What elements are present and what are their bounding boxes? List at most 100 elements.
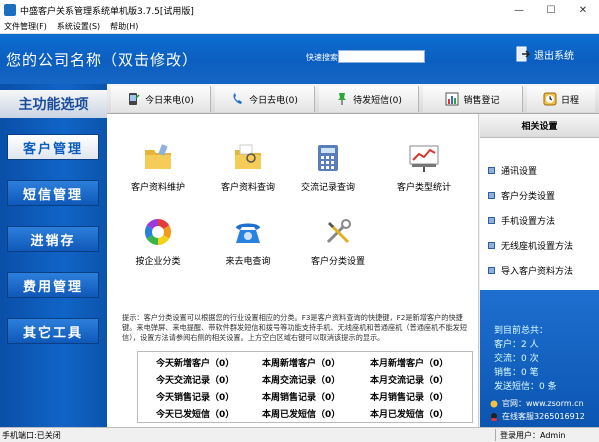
summary-sms-sent: 发送短信：0 条 [494, 382, 557, 392]
related-settings-panel: 相关设置 通讯设置 客户分类设置 手机设置方法 无线座机设置方法 导入客户资料方… [480, 114, 599, 427]
status-divider [495, 429, 496, 441]
exit-system-label: 退出系统 [534, 50, 574, 62]
function-customer-category-settings[interactable]: 客户分类设置 [293, 216, 383, 267]
official-website-label: 官网：www.zsorm.cn [502, 399, 584, 408]
bullet-icon [488, 167, 495, 174]
tab-label: 今日去电(0) [249, 95, 298, 106]
summary-sales: 销售：0 笔 [494, 368, 539, 378]
stat-week-sms-sent[interactable]: 本周已发短信（0） [262, 407, 340, 420]
folder-edit-icon [145, 144, 171, 169]
function-classify-by-enterprise[interactable]: 按企业分类 [113, 216, 203, 267]
sidebar-item-expense-management[interactable]: 费用管理 [7, 272, 99, 298]
status-mobile-port: 手机端口:已关闭 [2, 430, 61, 440]
app-icon [4, 4, 16, 16]
tab-schedule[interactable]: 日程 [527, 86, 595, 112]
function-customer-type-statistics[interactable]: 客户类型统计 [379, 142, 469, 193]
phone-incoming-icon [129, 93, 140, 105]
function-label: 客户资料查询 [220, 183, 275, 193]
tab-label: 待发短信(0) [353, 95, 402, 106]
company-name[interactable]: 您的公司名称（双击修改） [6, 49, 198, 70]
quick-search-input[interactable] [338, 50, 425, 63]
function-customer-data-query[interactable]: 客户资料查询 [203, 142, 293, 193]
settings-link-label: 客户分类设置 [501, 192, 556, 202]
phone-outgoing-icon [233, 93, 243, 104]
presentation-chart-icon [409, 145, 439, 172]
summary-title: 到目前总共： [494, 326, 549, 336]
settings-link-label: 导入客户资料方法 [501, 267, 574, 277]
stat-today-sms-sent[interactable]: 今天已发短信（0） [156, 407, 234, 420]
function-communication-record-query[interactable]: 交流记录查询 [283, 142, 373, 193]
menu-system-settings[interactable]: 系统设置(S) [53, 21, 106, 32]
function-label: 客户类型统计 [396, 183, 451, 193]
tab-label: 日程 [560, 95, 579, 106]
tab-label: 今日来电(0) [145, 95, 194, 106]
usage-hint-text: 提示：客户分类设置可以根据您的行业设置相应的分类。F3是客户资料查询的快捷键，F… [122, 313, 468, 342]
function-call-record-query[interactable]: 来去电查询 [203, 216, 293, 267]
qq-icon [491, 412, 497, 421]
sidebar-item-other-tools[interactable]: 其它工具 [7, 318, 99, 344]
tab-incoming-calls-today[interactable]: 今日来电(0) [111, 86, 211, 112]
sidebar-item-inventory[interactable]: 进销存 [7, 226, 99, 252]
stat-today-new-customers[interactable]: 今天新增客户（0） [156, 356, 234, 369]
folder-search-icon [235, 144, 261, 169]
stat-month-communications[interactable]: 本月交流记录（0） [370, 373, 448, 386]
bullet-icon [488, 192, 495, 199]
tab-outgoing-calls-today[interactable]: 今日去电(0) [215, 86, 315, 112]
settings-link-customer-category[interactable]: 客户分类设置 [488, 189, 555, 202]
exit-door-icon [516, 46, 530, 62]
function-label: 客户资料维护 [130, 183, 185, 193]
menu-help[interactable]: 帮助(H) [106, 21, 144, 32]
clock-icon [543, 92, 557, 106]
settings-link-import-customers[interactable]: 导入客户资料方法 [488, 264, 573, 277]
maximize-button[interactable]: ☐ [535, 0, 567, 20]
color-wheel-icon [144, 218, 172, 246]
minimize-button[interactable]: — [503, 0, 535, 20]
window-title: 中盛客户关系管理系统单机版3.7.5[试用版] [20, 6, 194, 17]
sidebar-item-sms-management[interactable]: 短信管理 [7, 180, 99, 206]
summary-communications: 交流：0 次 [494, 354, 539, 364]
quick-search-label: 快速搜索 [306, 53, 338, 62]
settings-link-communication[interactable]: 通讯设置 [488, 164, 537, 177]
settings-link-wireless-phone-setup[interactable]: 无线座机设置方法 [488, 239, 573, 252]
total-summary-box: 到目前总共： 客户：2 人 交流：0 次 销售：0 笔 发送短信：0 条 官网：… [480, 290, 599, 427]
bullet-icon [488, 267, 495, 274]
exit-system-button[interactable]: 退出系统 [516, 46, 574, 62]
calculator-icon [318, 145, 338, 171]
function-label: 按企业分类 [135, 257, 181, 267]
tab-sales-registration[interactable]: 销售登记 [423, 86, 523, 112]
settings-link-label: 手机设置方法 [501, 217, 556, 227]
function-label: 客户分类设置 [310, 257, 365, 267]
settings-link-label: 通讯设置 [501, 167, 538, 177]
window-controls: — ☐ ✕ [503, 0, 599, 20]
sidebar-item-customer-management[interactable]: 客户管理 [7, 134, 99, 160]
stat-month-sales[interactable]: 本月销售记录（0） [370, 390, 448, 403]
online-support-link[interactable]: 在线客服3265016912 [490, 411, 585, 422]
menu-file[interactable]: 文件管理(F) [0, 21, 53, 32]
close-button[interactable]: ✕ [567, 0, 599, 20]
bullet-icon [488, 242, 495, 249]
settings-link-mobile-setup[interactable]: 手机设置方法 [488, 214, 555, 227]
telephone-icon [236, 223, 260, 243]
status-login-user: 登录用户：Admin [500, 430, 566, 440]
bullet-icon [488, 217, 495, 224]
stat-today-sales[interactable]: 今天销售记录（0） [156, 390, 234, 403]
quick-tab-bar: 今日来电(0) 今日去电(0) 待发短信(0) 销售登记 日程 [107, 84, 599, 114]
stat-month-new-customers[interactable]: 本月新增客户（0） [370, 356, 448, 369]
function-label: 来去电查询 [225, 257, 271, 267]
customer-management-panel: 客户资料维护 客户资料查询 交流记录查询 客户类型统计 按企业分类 来去电查询 … [107, 114, 479, 427]
sidebar-heading: 主功能选项 [0, 90, 107, 118]
app-header: 您的公司名称（双击修改） 快速搜索 退出系统 [0, 34, 599, 84]
official-website-link[interactable]: 官网：www.zsorm.cn [490, 398, 584, 409]
statistics-summary-box: 今天新增客户（0） 本周新增客户（0） 本月新增客户（0） 今天交流记录（0） … [137, 351, 473, 423]
stat-month-sms-sent[interactable]: 本月已发短信（0） [370, 407, 448, 420]
stat-week-new-customers[interactable]: 本周新增客户（0） [262, 356, 340, 369]
function-customer-data-maintenance[interactable]: 客户资料维护 [113, 142, 203, 193]
tools-icon [326, 219, 351, 244]
stat-week-sales[interactable]: 本周销售记录（0） [262, 390, 340, 403]
window-titlebar: 中盛客户关系管理系统单机版3.7.5[试用版] — ☐ ✕ [0, 0, 599, 20]
stat-week-communications[interactable]: 本周交流记录（0） [262, 373, 340, 386]
tab-label: 销售登记 [463, 95, 500, 106]
sales-chart-icon [445, 92, 459, 106]
tab-pending-sms[interactable]: 待发短信(0) [319, 86, 419, 112]
stat-today-communications[interactable]: 今天交流记录（0） [156, 373, 234, 386]
